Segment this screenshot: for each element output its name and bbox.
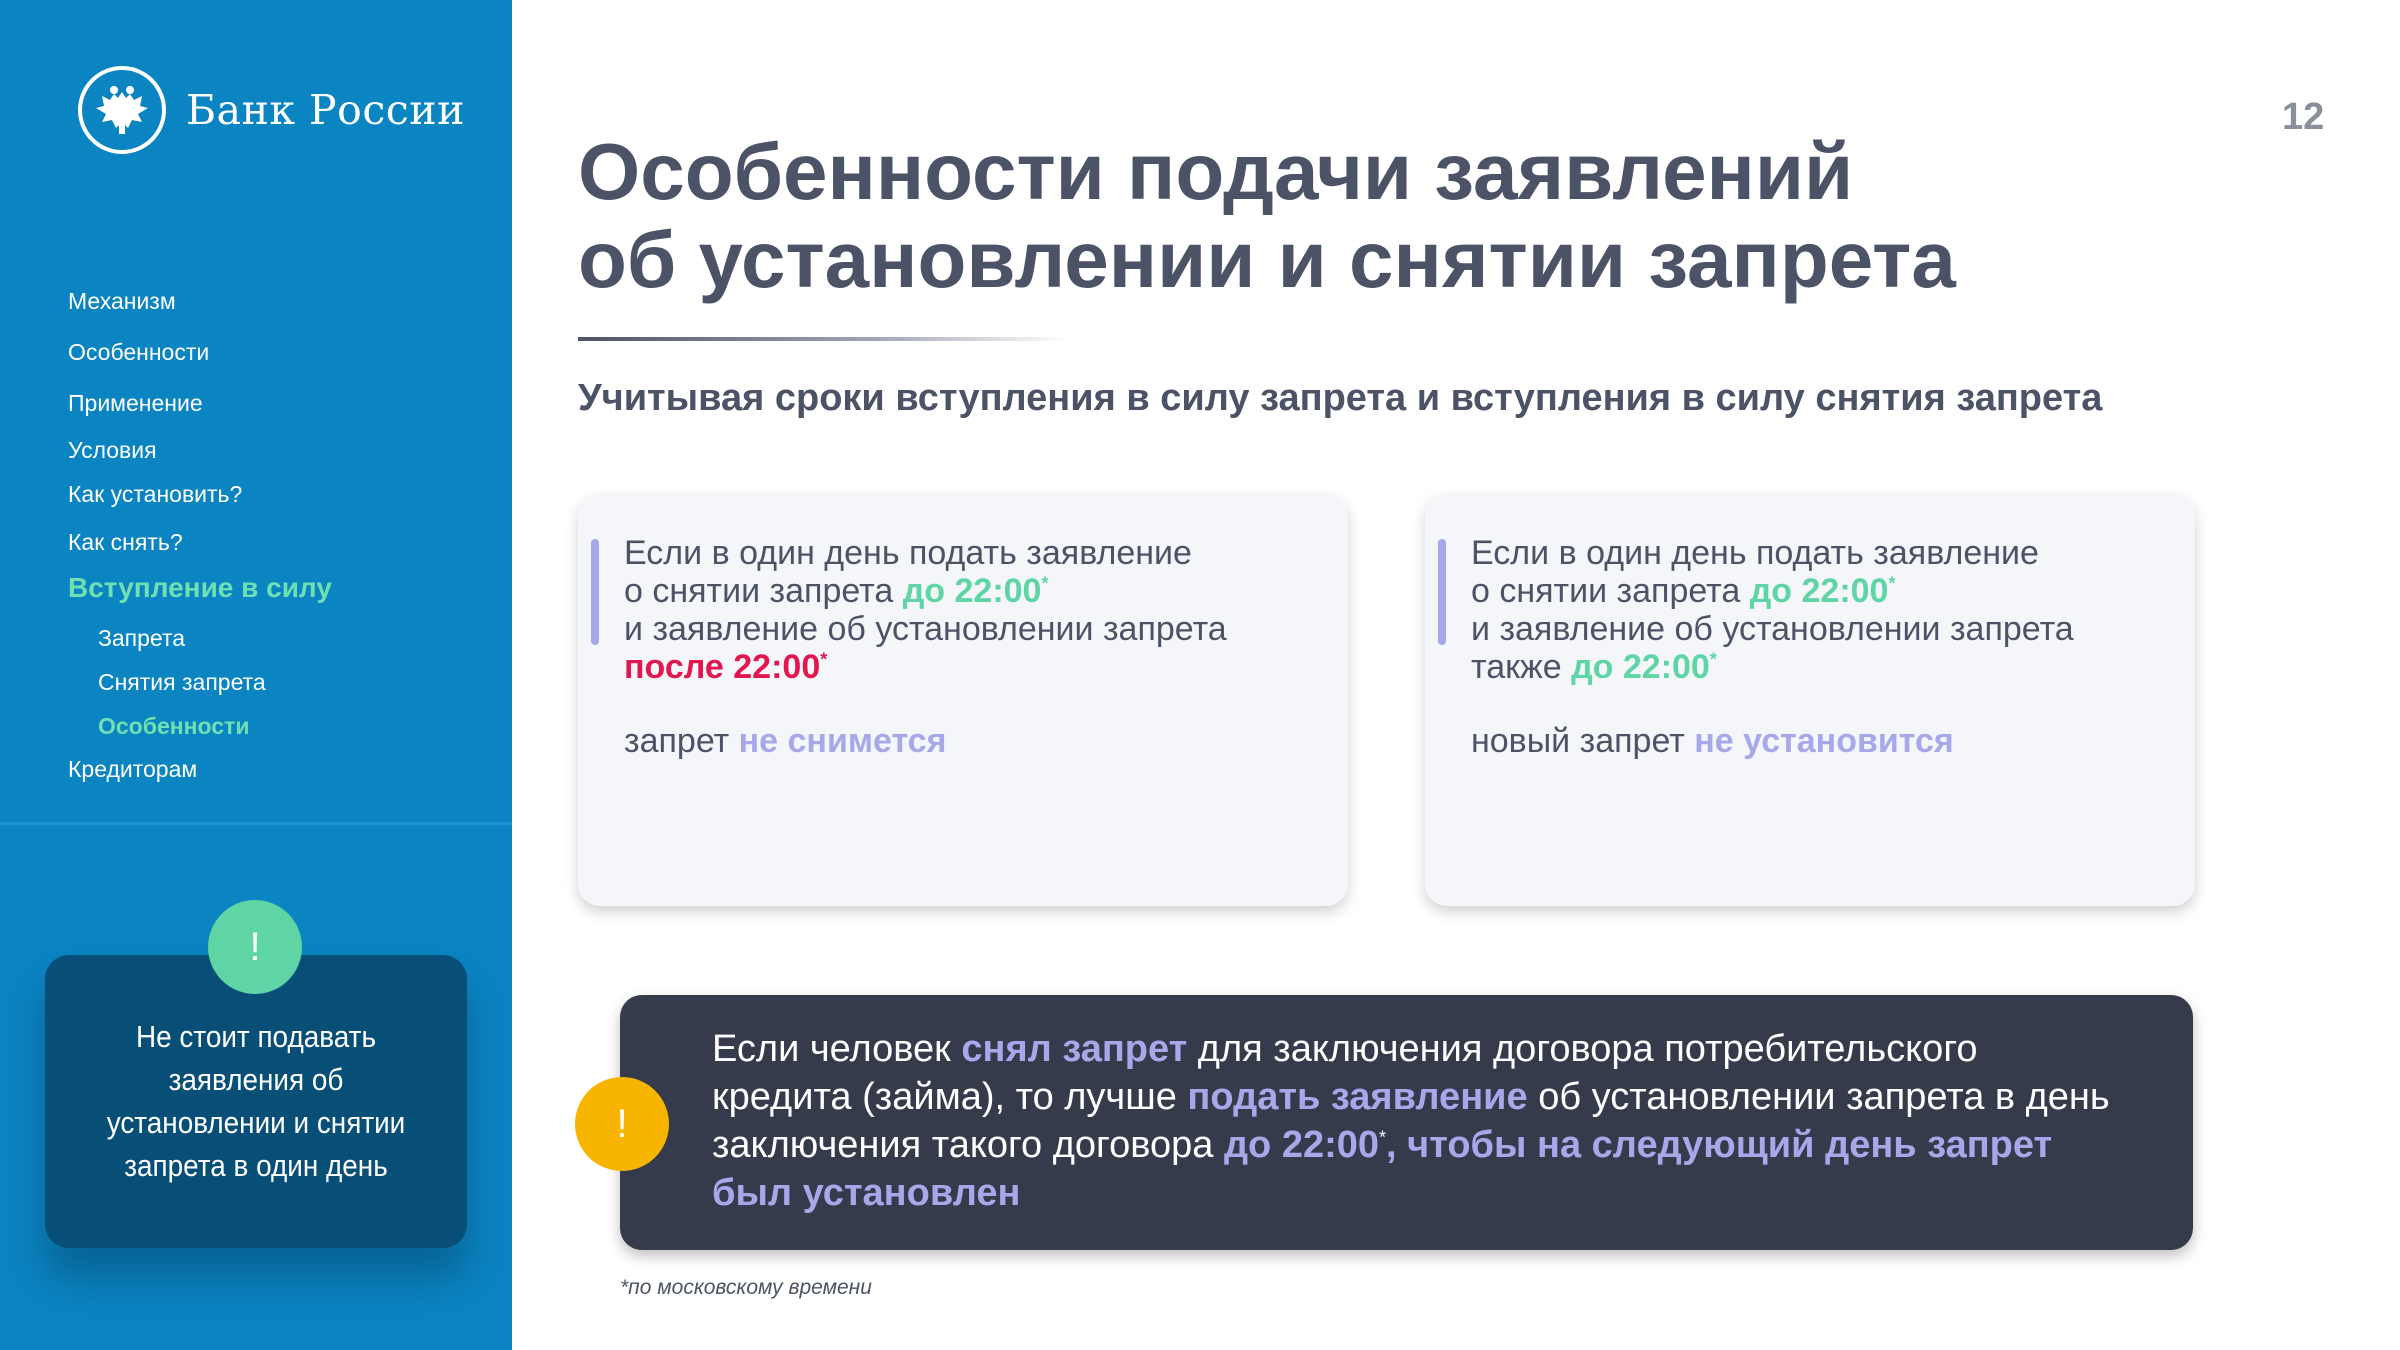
- notice-highlight: подать заявление: [1187, 1076, 1528, 1118]
- time-highlight-red: после 22:00: [624, 648, 821, 686]
- nav-subitem-ban[interactable]: Запрета: [98, 625, 185, 652]
- sidebar-warning-text: Не стоит подавать заявления об установле…: [106, 1019, 406, 1183]
- title-underline: [578, 337, 1068, 341]
- nav-item-application[interactable]: Применение: [68, 390, 203, 417]
- nav-item-how-to-set[interactable]: Как установить?: [68, 481, 242, 508]
- page-subtitle: Учитывая сроки вступления в силу запрета…: [578, 377, 2103, 419]
- result-highlight: не снимется: [738, 722, 947, 760]
- card-accent-bar: [591, 539, 599, 645]
- card-line-text: о снятии запрета: [1471, 572, 1750, 610]
- footnote: *по московскому времени: [620, 1276, 872, 1299]
- scenario-card-left: Если в один день подать заявление о снят…: [578, 494, 1348, 906]
- footnote-star: *: [1888, 573, 1896, 594]
- sidebar-warning-card: Не стоит подавать заявления об установле…: [45, 955, 467, 1248]
- nav-item-entry-into-force[interactable]: Вступление в силу: [68, 572, 332, 604]
- nav-item-features[interactable]: Особенности: [68, 339, 209, 366]
- card-result-text: новый запрет не установится: [1471, 722, 1954, 761]
- footnote-star: *: [1379, 1127, 1387, 1148]
- card-line-text: также: [1471, 648, 1572, 686]
- sidebar: Банк России Механизм Особенности Примене…: [0, 0, 512, 1350]
- sidebar-divider: [0, 822, 512, 825]
- bank-logo[interactable]: Банк России: [78, 66, 465, 154]
- card-line: после 22:00*: [624, 648, 1227, 686]
- card-result-text: запрет не снимется: [624, 722, 946, 761]
- bank-name: Банк России: [186, 86, 465, 134]
- card-condition-text: Если в один день подать заявление о снят…: [624, 534, 1227, 686]
- card-accent-bar: [1438, 539, 1446, 645]
- result-prefix: запрет: [624, 722, 739, 760]
- notice-highlight: снял запрет: [961, 1028, 1188, 1070]
- nav-item-creditors[interactable]: Кредиторам: [68, 756, 197, 783]
- card-line: о снятии запрета до 22:00*: [624, 572, 1227, 610]
- footnote-star: *: [820, 649, 828, 670]
- result-prefix: новый запрет: [1471, 722, 1695, 760]
- nav-item-mechanism[interactable]: Механизм: [68, 288, 176, 315]
- card-line: и заявление об установлении запрета: [624, 610, 1227, 648]
- exclamation-icon: !: [208, 900, 302, 994]
- card-line: и заявление об установлении запрета: [1471, 610, 2074, 648]
- card-line: о снятии запрета до 22:00*: [1471, 572, 2074, 610]
- card-condition-text: Если в один день подать заявление о снят…: [1471, 534, 2074, 686]
- time-highlight: до 22:00: [1749, 572, 1889, 610]
- page-title-line2: об установлении и снятии запрета: [578, 215, 1956, 304]
- nav-subitem-features[interactable]: Особенности: [98, 713, 249, 740]
- footnote-star: *: [1709, 649, 1717, 670]
- nav-item-how-to-remove[interactable]: Как снять?: [68, 529, 183, 556]
- time-highlight: до 22:00: [1571, 648, 1710, 686]
- card-line-text: о снятии запрета: [624, 572, 903, 610]
- nav-item-conditions[interactable]: Условия: [68, 437, 157, 464]
- page-title-line1: Особенности подачи заявлений: [578, 127, 1854, 216]
- scenario-card-right: Если в один день подать заявление о снят…: [1425, 494, 2195, 906]
- page-title: Особенности подачи заявлений об установл…: [578, 128, 2078, 304]
- notice-highlight: до 22:00: [1223, 1124, 1380, 1166]
- time-highlight: до 22:00: [902, 572, 1042, 610]
- footnote-star: *: [1041, 573, 1049, 594]
- notice-text: Если человек снял запрет для заключения …: [712, 1025, 2112, 1217]
- notice-panel: Если человек снял запрет для заключения …: [620, 995, 2193, 1250]
- result-highlight: не установится: [1694, 722, 1954, 760]
- card-line: Если в один день подать заявление: [624, 534, 1192, 572]
- card-line: также до 22:00*: [1471, 648, 2074, 686]
- exclamation-icon: !: [575, 1077, 669, 1171]
- nav-subitem-ban-removal[interactable]: Снятия запрета: [98, 669, 266, 696]
- page-number: 12: [2282, 96, 2325, 138]
- notice-text-part: Если человек: [712, 1028, 962, 1070]
- card-line: Если в один день подать заявление: [1471, 534, 2039, 572]
- double-headed-eagle-icon: [78, 66, 166, 154]
